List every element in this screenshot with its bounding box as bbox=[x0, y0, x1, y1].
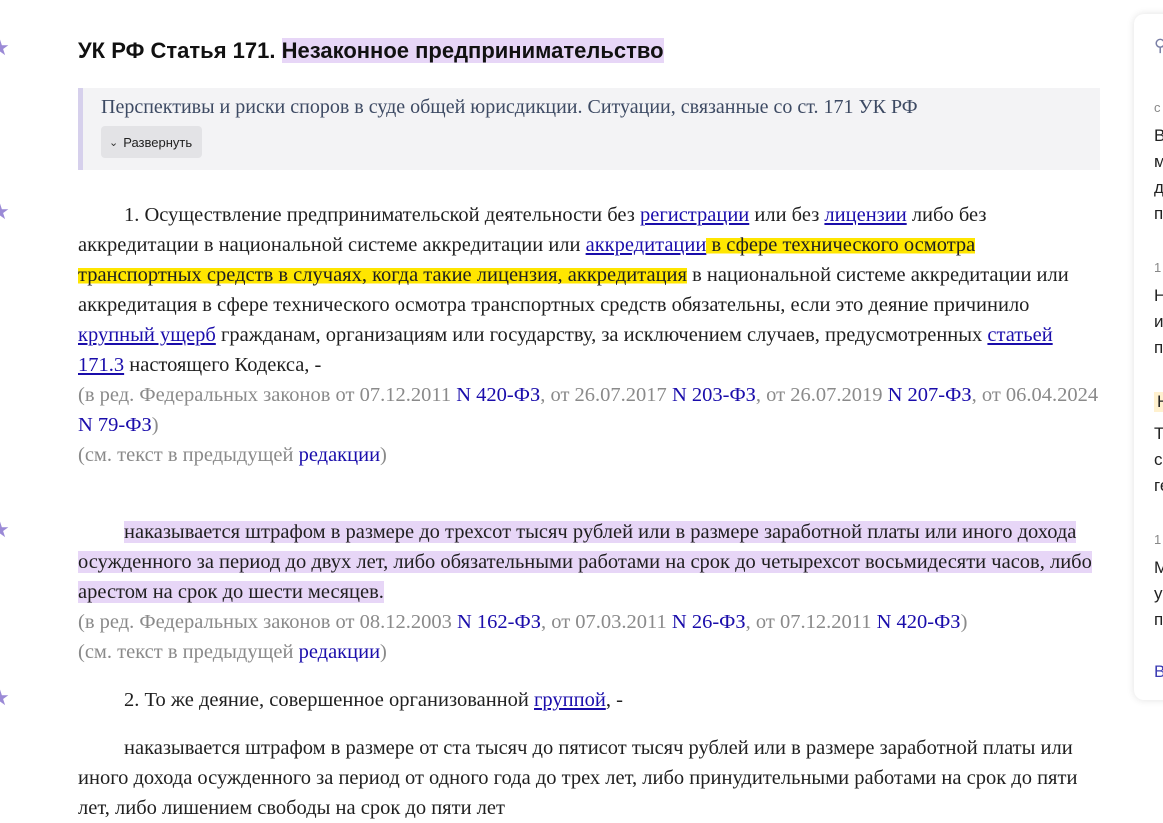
edition-note-2: (в ред. Федеральных законов от 08.12.200… bbox=[78, 611, 968, 633]
penalty-1-block: наказывается штрафом в размере до трехсо… bbox=[78, 517, 1103, 667]
pin-icon[interactable]: ⚲ bbox=[1154, 36, 1163, 56]
link-group[interactable]: группой bbox=[534, 689, 606, 711]
link-major-damage[interactable]: крупный ущерб bbox=[78, 324, 216, 346]
panel-text: 1 bbox=[1154, 260, 1162, 275]
penalty-1-highlight: наказывается штрафом в размере до трехсо… bbox=[78, 521, 1092, 603]
title-highlight: Незаконное предпринимательство bbox=[281, 38, 664, 63]
part-2-text: 2. То же деяние, совершенное организован… bbox=[124, 689, 623, 711]
penalty-2: наказывается штрафом в размере от ста ты… bbox=[78, 737, 1078, 819]
panel-text: 1 bbox=[1154, 532, 1162, 547]
right-side-panel[interactable]: ⚲ с В м д п 1 Н и п Н Т с ге 1 М у п В bbox=[1134, 14, 1163, 700]
star-icon[interactable]: ★ bbox=[0, 520, 12, 542]
see-previous-1: (см. текст в предыдущей редакции) bbox=[78, 444, 387, 466]
law-ref[interactable]: N 203-ФЗ bbox=[672, 384, 756, 406]
panel-text: с bbox=[1154, 450, 1163, 469]
panel-link[interactable]: В bbox=[1154, 662, 1163, 682]
edition-note-1: (в ред. Федеральных законов от 07.12.201… bbox=[78, 384, 1099, 436]
panel-text: м bbox=[1154, 152, 1163, 171]
see-previous-2: (см. текст в предыдущей редакции) bbox=[78, 641, 387, 663]
panel-text: п bbox=[1154, 338, 1163, 357]
link-license[interactable]: лицензии bbox=[824, 204, 906, 226]
summary-text: Перспективы и риски споров в суде общей … bbox=[101, 96, 918, 118]
law-ref[interactable]: N 162-ФЗ bbox=[457, 611, 541, 633]
panel-text: Т bbox=[1154, 424, 1163, 443]
link-previous-edition[interactable]: редакции bbox=[299, 444, 380, 466]
panel-text: д bbox=[1154, 178, 1163, 197]
panel-text: В bbox=[1154, 126, 1163, 145]
link-previous-edition[interactable]: редакции bbox=[299, 641, 380, 663]
star-icon[interactable]: ★ bbox=[0, 688, 12, 710]
law-ref[interactable]: N 79-ФЗ bbox=[78, 414, 152, 436]
panel-text: ге bbox=[1154, 476, 1163, 495]
panel-badge: Н bbox=[1154, 392, 1163, 412]
title-prefix: УК РФ Статья 171. bbox=[78, 38, 276, 63]
law-ref[interactable]: N 420-ФЗ bbox=[456, 384, 540, 406]
link-accreditation[interactable]: аккредитации bbox=[586, 234, 707, 256]
chevron-down-icon: ⌄ bbox=[109, 135, 119, 149]
panel-text: у bbox=[1154, 584, 1163, 603]
penalty-2-block: наказывается штрафом в размере от ста ты… bbox=[78, 733, 1103, 823]
star-icon[interactable]: ★ bbox=[0, 38, 12, 60]
star-icon[interactable]: ★ bbox=[0, 202, 12, 224]
law-ref[interactable]: N 207-ФЗ bbox=[888, 384, 972, 406]
expand-label: Развернуть bbox=[123, 134, 193, 150]
panel-text: п bbox=[1154, 610, 1163, 629]
panel-text: п bbox=[1154, 204, 1163, 223]
panel-text: Н bbox=[1154, 286, 1163, 305]
panel-text: М bbox=[1154, 558, 1163, 577]
part-1-text: 1. Осуществление предпринимательской дея… bbox=[78, 204, 1069, 376]
panel-text: и bbox=[1154, 312, 1163, 331]
law-ref[interactable]: N 420-ФЗ bbox=[877, 611, 961, 633]
link-registration[interactable]: регистрации bbox=[640, 204, 749, 226]
expand-button[interactable]: ⌄ Развернуть bbox=[101, 126, 203, 158]
page-title: УК РФ Статья 171. Незаконное предпринима… bbox=[78, 36, 664, 66]
article-part-1: 1. Осуществление предпринимательской дея… bbox=[78, 200, 1103, 470]
summary-block: Перспективы и риски споров в суде общей … bbox=[78, 88, 1100, 170]
panel-text: с bbox=[1154, 100, 1161, 115]
penalty-1: наказывается штрафом в размере до трехсо… bbox=[78, 517, 1103, 607]
article-part-2: 2. То же деяние, совершенное организован… bbox=[78, 685, 1103, 715]
law-ref[interactable]: N 26-ФЗ bbox=[672, 611, 746, 633]
